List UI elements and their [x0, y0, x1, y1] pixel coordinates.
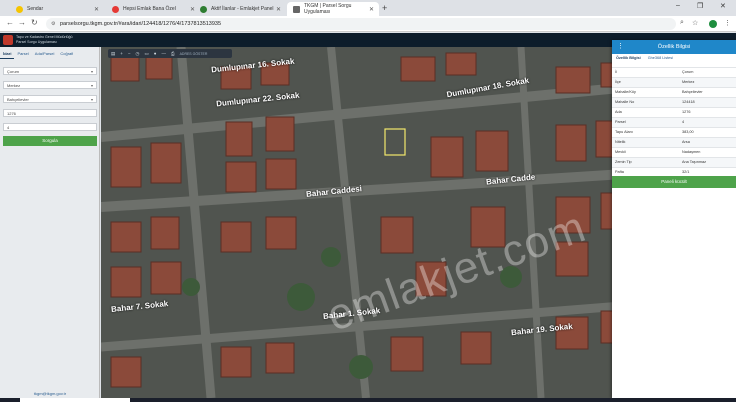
- map-toolbar: ▤ + − ◷ ▭ ● ― ⎙ ADRES GÖSTER: [108, 49, 232, 58]
- browser-tab-4[interactable]: TKGM | Parsel Sorgu Uygulaması ✕: [287, 2, 379, 16]
- il-value: Çorum: [7, 69, 20, 74]
- info-row: Tapu Alanı 383,00: [612, 127, 736, 137]
- tab-label: Hepsi Emlak Bana Özel: [123, 6, 176, 12]
- app-subtitle: Parsel Sorgu Uygulaması: [16, 40, 57, 44]
- tab-label: Aktif İlanlar - Emlakjet Panel: [211, 6, 274, 12]
- sorgula-button[interactable]: Sorgula: [3, 136, 97, 146]
- minimize-button[interactable]: –: [676, 2, 680, 9]
- tab-ada-parsel[interactable]: Ada/Parsel: [32, 49, 58, 59]
- profile-avatar[interactable]: [709, 20, 717, 28]
- measure-icon[interactable]: ◷: [136, 51, 140, 57]
- kebab-menu-icon[interactable]: ⋮: [724, 19, 731, 27]
- chevron-down-icon: ▾: [90, 69, 93, 74]
- ilce-select[interactable]: Merkez ▾: [3, 81, 97, 89]
- parsel-input[interactable]: 4: [3, 123, 97, 131]
- os-taskbar: [0, 398, 736, 402]
- tab-favicon: [112, 5, 119, 13]
- info-row: İlçe Merkez: [612, 77, 736, 87]
- info-row: Ada 1276: [612, 107, 736, 117]
- zoom-icon[interactable]: ⌕: [680, 19, 684, 27]
- browser-tab-3[interactable]: Aktif İlanlar - Emlakjet Panel ✕: [194, 2, 286, 16]
- panel-title: Özellik Bilgisi: [657, 44, 691, 50]
- window-close-button[interactable]: ✕: [720, 2, 726, 10]
- pin-icon[interactable]: ●: [154, 51, 157, 56]
- info-row: Mahalle No 124418: [612, 97, 736, 107]
- ilce-value: Merkez: [7, 83, 21, 88]
- contact-email[interactable]: tkgm@tkgm.gov.tr: [0, 391, 100, 396]
- info-row: Mahalle/Köy Bahçelievler: [612, 87, 736, 97]
- query-sidebar: İdari Parsel Ada/Parsel Coğrafi Çorum ▾ …: [0, 47, 100, 398]
- tab-label: TKGM | Parsel Sorgu Uygulaması: [304, 3, 352, 15]
- new-tab-button[interactable]: +: [382, 3, 387, 13]
- site-info-icon[interactable]: ⚙: [51, 18, 55, 30]
- close-icon[interactable]: ✕: [94, 6, 99, 13]
- tab-favicon: [16, 5, 23, 13]
- tab-ghe-list[interactable]: Ghe368 Listesi: [648, 56, 673, 65]
- chevron-down-icon: ▾: [90, 83, 93, 88]
- menu-icon[interactable]: ⋮: [617, 40, 624, 54]
- forward-button[interactable]: →: [18, 18, 26, 27]
- chevron-down-icon: ▾: [90, 97, 93, 102]
- info-row: İl Çorum: [612, 67, 736, 77]
- bookmark-star-icon[interactable]: ☆: [692, 19, 698, 27]
- tab-label: Sendar: [27, 6, 44, 12]
- layers-icon[interactable]: ▤: [111, 51, 115, 57]
- url-field[interactable]: ⚙ parselsorgu.tkgm.gov.tr/#ara/idari/124…: [46, 18, 676, 30]
- panel-tabs: Özellik Bilgisi Ghe368 Listesi: [612, 56, 736, 65]
- zoom-in-icon[interactable]: +: [120, 51, 123, 56]
- info-row: Mevkii Nadaşmen: [612, 147, 736, 157]
- collapse-panel-button[interactable]: Paneli kücült: [612, 176, 736, 188]
- print-icon[interactable]: ⎙: [171, 51, 175, 56]
- area-icon[interactable]: ▭: [144, 51, 148, 57]
- query-tabs: İdari Parsel Ada/Parsel Coğrafi: [0, 49, 100, 59]
- reload-button[interactable]: ↻: [31, 18, 38, 27]
- tab-parsel[interactable]: Parsel: [14, 49, 31, 59]
- browser-tab-bar: Sendar ✕ Hepsi Emlak Bana Özel ✕ Aktif İ…: [0, 0, 736, 16]
- panel-header: ⋮ Özellik Bilgisi: [612, 40, 736, 54]
- info-row: Nitelik Arsa: [612, 137, 736, 147]
- info-row: Zemin Tip Ana Taşınmaz: [612, 157, 736, 167]
- ada-input[interactable]: 1276: [3, 109, 97, 117]
- url-text: parselsorgu.tkgm.gov.tr/#ara/idari/12441…: [60, 21, 222, 27]
- il-select[interactable]: Çorum ▾: [3, 67, 97, 75]
- maximize-button[interactable]: ❐: [697, 2, 703, 10]
- taskbar-thumbnail: [20, 398, 130, 402]
- close-icon[interactable]: ✕: [369, 6, 374, 13]
- property-info-panel: ⋮ Özellik Bilgisi Özellik Bilgisi Ghe368…: [612, 40, 736, 398]
- map-pin-icon: [293, 5, 300, 13]
- mahalle-select[interactable]: Bahçelievler ▾: [3, 95, 97, 103]
- mahalle-value: Bahçelievler: [7, 97, 29, 102]
- tab-cografi[interactable]: Coğrafi: [57, 49, 76, 59]
- tkgm-logo: [3, 35, 13, 45]
- close-icon[interactable]: ✕: [276, 6, 281, 13]
- address-bar: ← → ↻ ⚙ parselsorgu.tkgm.gov.tr/#ara/ida…: [0, 16, 736, 32]
- info-row: Pafta 32/1: [612, 167, 736, 176]
- info-row: Parsel 4: [612, 117, 736, 127]
- back-button[interactable]: ←: [6, 18, 14, 27]
- app-title: Tapu ve Kadastro Genel Müdürlüğü: [16, 35, 73, 39]
- zoom-out-icon[interactable]: −: [128, 51, 131, 56]
- browser-tab-2[interactable]: Hepsi Emlak Bana Özel ✕: [106, 2, 200, 16]
- ada-value: 1276: [7, 111, 16, 116]
- address-show-button[interactable]: ADRES GÖSTER: [180, 52, 208, 56]
- tab-favicon: [200, 5, 207, 13]
- tab-idari[interactable]: İdari: [0, 49, 15, 59]
- ruler-icon[interactable]: ―: [161, 51, 166, 56]
- browser-tab-1[interactable]: Sendar ✕: [10, 2, 104, 16]
- parsel-value: 4: [7, 125, 10, 130]
- tab-ozellik[interactable]: Özellik Bilgisi: [616, 56, 641, 65]
